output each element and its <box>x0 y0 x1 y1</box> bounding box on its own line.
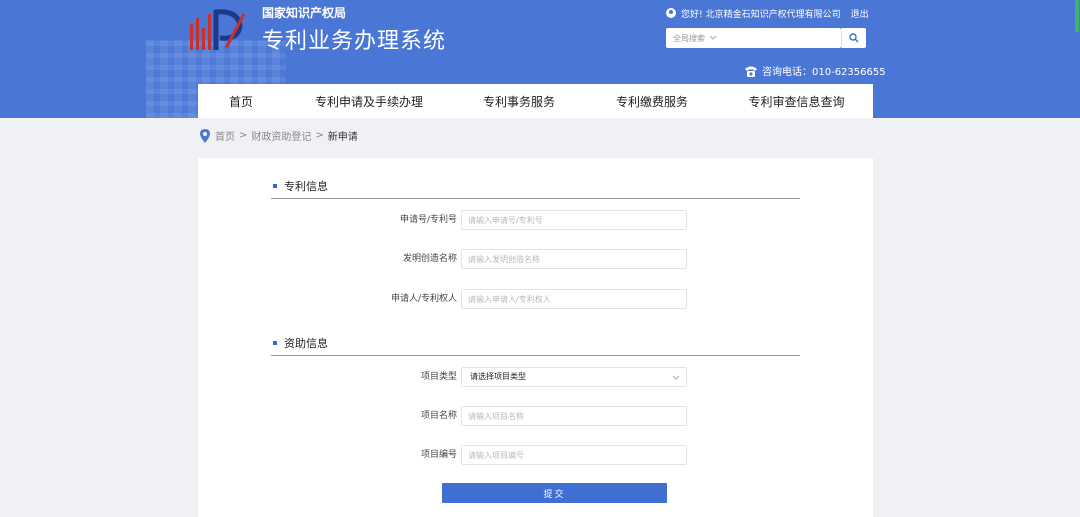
breadcrumb-parent[interactable]: 财政资助登记 <box>251 128 311 143</box>
search-scope-label: 全局搜索 <box>673 33 705 43</box>
user-icon <box>666 8 676 18</box>
nav-item-application[interactable]: 专利申请及手续办理 <box>284 93 454 110</box>
applicant-input[interactable] <box>461 289 687 309</box>
company-name: 北京精金石知识产权代理有限公司 <box>705 9 841 20</box>
search-icon <box>849 33 859 43</box>
section-marker-icon <box>273 184 277 188</box>
org-name: 国家知识产权局 <box>262 6 347 20</box>
project-number-input[interactable] <box>461 445 687 465</box>
field-label: 项目类型 <box>420 372 457 382</box>
section-funding-info: 资助信息 <box>273 335 328 351</box>
field-label: 项目编号 <box>420 450 457 460</box>
location-pin-icon <box>200 128 210 143</box>
project-type-select[interactable]: 请选择项目类型 <box>461 367 687 387</box>
system-title: 专利业务办理系统 <box>262 29 447 54</box>
site-header: 国家知识产权局 专利业务办理系统 您好! 北京精金石知识产权代理有限公司 退出 … <box>0 0 1080 118</box>
field-project-name: 项目名称 <box>198 406 873 426</box>
breadcrumb-current: 新申请 <box>327 132 358 143</box>
project-name-input[interactable] <box>461 406 687 426</box>
field-application-number: 申请号/专利号 <box>198 210 873 230</box>
search-button[interactable] <box>841 28 866 48</box>
section-divider <box>271 198 800 199</box>
scrollbar-thumb[interactable] <box>1075 0 1079 32</box>
cnipa-logo <box>190 9 246 50</box>
global-search-select[interactable]: 全局搜索 <box>666 28 841 48</box>
application-number-input[interactable] <box>461 210 687 230</box>
breadcrumb-separator: > <box>315 130 324 141</box>
nav-item-query[interactable]: 专利审查信息查询 <box>720 93 873 110</box>
main-nav: 首页 专利申请及手续办理 专利事务服务 专利缴费服务 专利审查信息查询 <box>198 84 873 118</box>
chevron-down-icon <box>709 35 717 40</box>
section-title-text: 专利信息 <box>284 180 328 193</box>
logout-link[interactable]: 退出 <box>851 7 869 20</box>
field-project-number: 项目编号 <box>198 445 873 465</box>
user-info: 您好! 北京精金石知识产权代理有限公司 退出 <box>666 6 869 20</box>
breadcrumb-home[interactable]: 首页 <box>215 128 235 143</box>
section-divider <box>271 355 800 356</box>
hotline: 咨询电话：010-62356655 <box>744 63 886 78</box>
nav-item-affairs[interactable]: 专利事务服务 <box>454 93 584 110</box>
project-type-value: 请选择项目类型 <box>470 372 526 381</box>
section-marker-icon <box>273 341 277 345</box>
field-label: 申请人/专利权人 <box>390 294 457 304</box>
nav-item-home[interactable]: 首页 <box>198 93 284 110</box>
field-label: 申请号/专利号 <box>399 215 457 225</box>
greeting-text: 您好! <box>681 9 703 20</box>
section-title-text: 资助信息 <box>284 337 328 350</box>
form-card: 专利信息 申请号/专利号 发明创造名称 申请人/专利权人 资助信息 项目类型 请… <box>198 158 873 517</box>
hotline-text: 咨询电话：010-62356655 <box>762 67 886 78</box>
nav-item-fees[interactable]: 专利缴费服务 <box>584 93 720 110</box>
chevron-down-icon <box>672 375 680 380</box>
field-label: 项目名称 <box>420 411 457 421</box>
breadcrumb: 首页 > 财政资助登记 > 新申请 <box>200 128 358 143</box>
field-project-type: 项目类型 请选择项目类型 <box>198 367 873 387</box>
breadcrumb-separator: > <box>239 130 248 141</box>
section-patent-info: 专利信息 <box>273 178 328 194</box>
field-invention-name: 发明创造名称 <box>198 249 873 269</box>
field-applicant: 申请人/专利权人 <box>198 289 873 309</box>
field-label: 发明创造名称 <box>402 254 457 264</box>
invention-name-input[interactable] <box>461 249 687 269</box>
submit-button[interactable]: 提交 <box>442 483 667 503</box>
phone-icon <box>745 66 757 77</box>
